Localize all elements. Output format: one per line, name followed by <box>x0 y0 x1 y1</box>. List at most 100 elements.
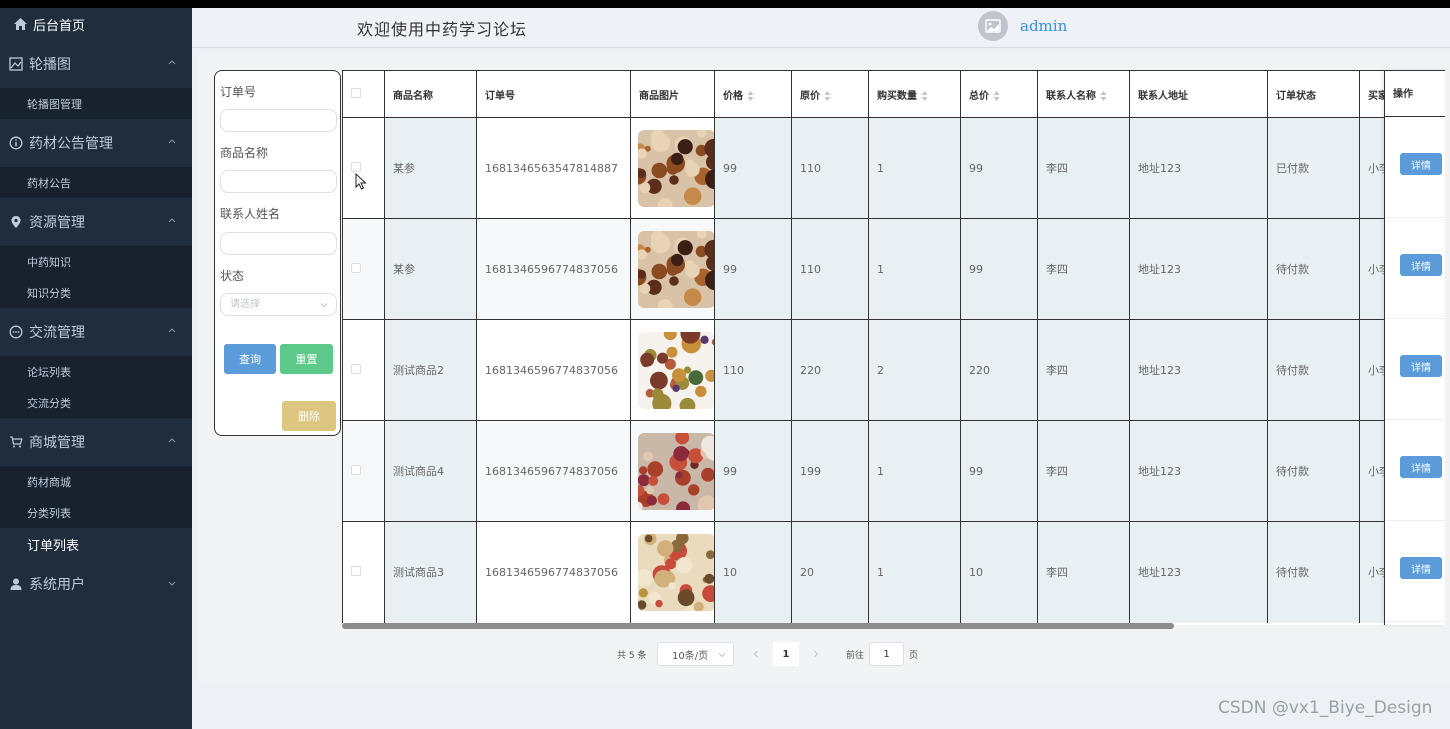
sidebar-item-label: 中药知识 <box>27 255 71 269</box>
sort-icon[interactable] <box>993 90 1000 101</box>
column-header-label: 价格 <box>723 90 743 102</box>
row-select-cell[interactable] <box>342 521 385 623</box>
detail-button[interactable]: 详情 <box>1400 153 1442 175</box>
goto-page-input[interactable]: 1 <box>869 642 904 666</box>
product-image <box>638 331 715 409</box>
chevron-down-icon <box>168 581 176 586</box>
row-select-cell[interactable] <box>342 319 385 421</box>
sidebar-group-mall[interactable]: 商城管理 <box>0 418 192 466</box>
username[interactable]: admin <box>1020 17 1067 35</box>
sidebar-item-herb-mall[interactable]: 药材商城 <box>0 466 192 497</box>
pagination-total: 共 5 条 <box>617 650 647 661</box>
product-image <box>638 129 715 207</box>
query-button[interactable]: 查询 <box>224 344 276 374</box>
chevron-down-icon <box>320 303 328 308</box>
status-select[interactable]: 请选择 <box>220 293 337 316</box>
cell-contact-address: 地址123 <box>1129 521 1268 623</box>
product-name-input[interactable] <box>220 170 337 193</box>
sidebar-item-label: 订单列表 <box>27 538 80 554</box>
sidebar-group-system-users[interactable]: 系统用户 <box>0 560 192 608</box>
table-row: 测试商品4 1681346596774837056 99 199 1 99 李四 地址123 待… <box>342 420 1445 522</box>
column-header-sortable[interactable]: 总价 <box>960 70 1038 118</box>
sort-icon[interactable] <box>824 90 831 101</box>
select-all-checkbox[interactable] <box>351 87 361 98</box>
sidebar-item-tcm-knowledge[interactable]: 中药知识 <box>0 246 192 277</box>
contact-name-label: 联系人姓名 <box>220 207 281 221</box>
sidebar-group-resources[interactable]: 资源管理 <box>0 198 192 246</box>
order-table: 商品名称 订单号 商品图片 价格 原价 购买数量 总价 联系人名称 联系人地址 … <box>342 70 1445 625</box>
column-header-sortable[interactable]: 价格 <box>714 70 792 118</box>
cell-order-status: 待付款 <box>1267 521 1360 623</box>
cell-contact-address: 地址123 <box>1129 319 1268 421</box>
row-checkbox[interactable] <box>351 262 361 273</box>
avatar[interactable] <box>978 11 1008 41</box>
sidebar-item-label: 知识分类 <box>27 286 71 300</box>
sidebar-item-label: 药材商城 <box>27 475 71 489</box>
sidebar-group-label: 交流管理 <box>29 325 85 341</box>
sort-icon[interactable] <box>747 90 754 101</box>
delete-button[interactable]: 删除 <box>282 401 336 431</box>
sidebar-item-carousel-manage[interactable]: 轮播图管理 <box>0 88 192 119</box>
cell-order-no: 1681346596774837056 <box>476 521 631 623</box>
chevron-right-icon <box>814 650 819 658</box>
sidebar-home-label: 后台首页 <box>33 18 86 34</box>
cell-price: 99 <box>714 218 792 320</box>
detail-button[interactable]: 详情 <box>1400 355 1442 377</box>
sidebar-group-notice[interactable]: 药材公告管理 <box>0 119 192 167</box>
sidebar-item-order-list[interactable]: 订单列表 <box>0 528 192 560</box>
chevron-up-icon <box>168 438 176 443</box>
reset-button[interactable]: 重置 <box>280 344 333 374</box>
row-select-cell[interactable] <box>342 218 385 320</box>
detail-button[interactable]: 详情 <box>1400 456 1442 478</box>
sidebar-item-category-list[interactable]: 分类列表 <box>0 497 192 528</box>
detail-button[interactable]: 详情 <box>1400 557 1442 579</box>
cell-order-status: 待付款 <box>1267 420 1360 522</box>
sidebar-item-forum-list[interactable]: 论坛列表 <box>0 356 192 387</box>
row-checkbox[interactable] <box>351 363 361 374</box>
column-header-sortable[interactable]: 购买数量 <box>868 70 961 118</box>
column-header-label: 购买数量 <box>877 90 917 102</box>
cell-product-name: 某参 <box>384 117 477 219</box>
current-page-button[interactable]: 1 <box>773 642 799 666</box>
sidebar-group-carousel[interactable]: 轮播图 <box>0 40 192 88</box>
status-label: 状态 <box>220 269 245 283</box>
cell-product-name: 测试商品4 <box>384 420 477 522</box>
row-select-cell[interactable] <box>342 117 385 219</box>
select-all-header[interactable] <box>342 70 385 118</box>
column-header: 订单号 <box>476 70 631 118</box>
table-row: 某参 1681346563547814887 99 110 1 99 李四 地址123 已付款小… <box>342 117 1445 219</box>
row-checkbox[interactable] <box>351 161 361 172</box>
sidebar-item-notice[interactable]: 药材公告 <box>0 167 192 198</box>
column-header-sortable[interactable]: 联系人名称 <box>1037 70 1130 118</box>
order-no-input[interactable] <box>220 109 337 132</box>
prev-page-button[interactable] <box>745 642 767 666</box>
horizontal-scrollbar[interactable] <box>342 623 1174 629</box>
row-checkbox[interactable] <box>351 464 361 475</box>
sidebar-item-label: 分类列表 <box>27 506 71 520</box>
sidebar-item-knowledge-category[interactable]: 知识分类 <box>0 277 192 308</box>
table-row: 某参 1681346596774837056 99 110 1 99 李四 地址123 待付款小… <box>342 218 1445 320</box>
row-checkbox[interactable] <box>351 565 361 576</box>
cell-product-name: 测试商品2 <box>384 319 477 421</box>
page-size-select[interactable]: 10条/页 <box>657 642 734 666</box>
sidebar-group-communication[interactable]: 交流管理 <box>0 308 192 356</box>
product-image <box>638 230 715 308</box>
sidebar-item-communication-category[interactable]: 交流分类 <box>0 387 192 418</box>
sort-icon[interactable] <box>921 90 928 101</box>
info-icon <box>9 136 23 150</box>
operations-row: 详情 <box>1385 521 1445 622</box>
order-no-label: 订单号 <box>220 85 257 99</box>
contact-name-input[interactable] <box>220 232 337 255</box>
sidebar-home[interactable]: 后台首页 <box>0 8 192 40</box>
sort-icon[interactable] <box>1100 90 1107 101</box>
location-icon <box>11 216 21 228</box>
row-select-cell[interactable] <box>342 420 385 522</box>
next-page-button[interactable] <box>805 642 827 666</box>
cell-quantity: 1 <box>868 521 961 623</box>
column-header-sortable[interactable]: 原价 <box>791 70 869 118</box>
cell-price: 10 <box>714 521 792 623</box>
sidebar-group-label: 商城管理 <box>29 435 85 451</box>
sidebar-item-label: 药材公告 <box>27 176 71 190</box>
sidebar-group-label: 资源管理 <box>29 215 85 231</box>
detail-button[interactable]: 详情 <box>1400 254 1442 276</box>
